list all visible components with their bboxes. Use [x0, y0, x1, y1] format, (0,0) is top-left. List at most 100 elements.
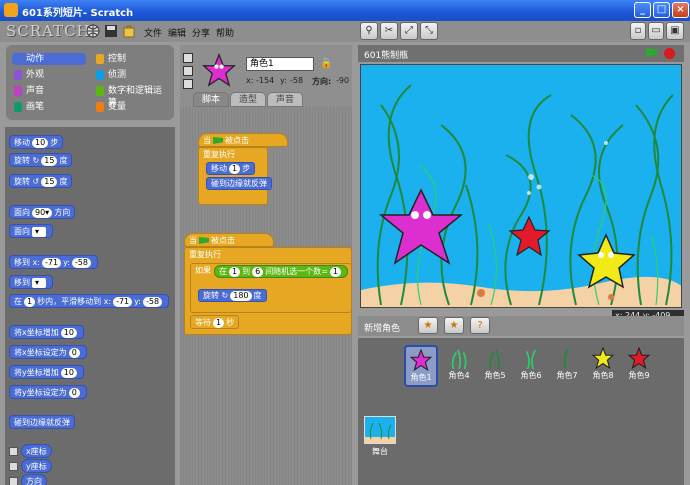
- normal-stage-button[interactable]: ▭: [648, 22, 664, 40]
- title-bar: 601系列短片- Scratch _ □ ×: [0, 0, 690, 21]
- block-move-steps[interactable]: 移动 1 步: [206, 162, 256, 175]
- sprite-direction-value: -90: [336, 76, 350, 85]
- rotation-style-none-icon[interactable]: [183, 79, 193, 89]
- sprite-thumb[interactable]: 角色9: [622, 345, 656, 387]
- stage-label: 舞台: [372, 447, 388, 456]
- small-stage-button[interactable]: ▫: [630, 22, 646, 40]
- block-point-in-direction[interactable]: 面向 90▾ 方向: [9, 205, 76, 219]
- seaweed-icon: [489, 349, 500, 369]
- block-change-x[interactable]: 将x坐标增加 10: [9, 325, 84, 339]
- menu-help[interactable]: 帮助: [216, 26, 234, 39]
- grow-tool-button[interactable]: ⤢: [400, 22, 418, 40]
- app-icon: [4, 3, 18, 17]
- block-goto[interactable]: 移到 ▾: [9, 275, 53, 289]
- ypos-checkbox[interactable]: [9, 462, 18, 471]
- xpos-checkbox[interactable]: [9, 447, 18, 456]
- close-button[interactable]: ×: [672, 2, 689, 18]
- presentation-mode-button[interactable]: ▣: [666, 22, 684, 40]
- category-control[interactable]: 控制: [94, 53, 168, 65]
- rotation-style-rotate-icon[interactable]: [183, 53, 193, 63]
- stamp-tool-button[interactable]: ⚲: [360, 22, 378, 40]
- scratch-logo: SCRATCH: [6, 22, 91, 40]
- scripts-area[interactable]: 当被点击 重复执行 移动 1 步 碰到边缘就反弹 当被点击 重复执行 如果 在1到6…: [180, 107, 352, 485]
- category-operators[interactable]: 数字和逻辑运算: [94, 85, 168, 108]
- sprite-x-value: -154: [256, 76, 275, 85]
- yellow-star-icon: [592, 347, 614, 369]
- globe-icon[interactable]: [86, 24, 100, 38]
- category-looks[interactable]: 外观: [12, 69, 86, 81]
- when-flag-clicked-hat[interactable]: 当被点击: [184, 233, 274, 247]
- sprite-thumb[interactable]: 角色4: [442, 345, 476, 387]
- block-turn-clockwise[interactable]: 旋转 ↻ 180 度: [198, 289, 267, 302]
- category-sensing[interactable]: 侦测: [94, 69, 168, 81]
- seaweed-icon: [451, 349, 467, 369]
- block-x-position[interactable]: x座标: [21, 444, 52, 458]
- sprite-thumbnail-icon: [202, 53, 236, 87]
- stage-header: 601熊制瓶: [358, 45, 684, 62]
- category-variables[interactable]: 变量: [94, 101, 168, 113]
- stage-thumbnail[interactable]: [364, 416, 396, 444]
- seaweed-icon: [525, 349, 537, 369]
- save-icon[interactable]: [104, 24, 118, 38]
- tab-costumes[interactable]: 造型: [230, 92, 266, 107]
- magenta-star-icon: [410, 349, 432, 371]
- direction-checkbox[interactable]: [9, 477, 18, 485]
- category-motion[interactable]: 动作: [12, 53, 86, 65]
- sprite-thumb[interactable]: 角色5: [478, 345, 512, 387]
- sprite-thumb[interactable]: 角色1: [404, 345, 438, 387]
- block-change-y[interactable]: 将y坐标增加 10: [9, 365, 84, 379]
- block-bounce[interactable]: 碰到边缘就反弹: [206, 177, 272, 190]
- block-bounce[interactable]: 碰到边缘就反弹: [9, 415, 75, 429]
- category-sound[interactable]: 声音: [12, 85, 86, 97]
- block-y-position[interactable]: y座标: [21, 459, 52, 473]
- menu-share[interactable]: 分享: [192, 26, 210, 39]
- wait-block[interactable]: 等待 1 秒: [190, 315, 240, 329]
- project-title: 601熊制瓶: [364, 51, 409, 61]
- sprite-name-field[interactable]: 角色1: [246, 57, 314, 71]
- when-flag-clicked-hat[interactable]: 当被点击: [198, 133, 288, 147]
- underwater-background: [361, 65, 681, 307]
- rotation-style-flip-icon[interactable]: [183, 66, 193, 76]
- green-flag-button[interactable]: [646, 48, 657, 57]
- stop-button[interactable]: [664, 48, 675, 59]
- block-palette: 移动 10 步 旋转 ↻ 15 度 旋转 ↺ 15 度 面向 90▾ 方向 面向 ▾ 移到 x: -…: [5, 127, 175, 485]
- block-point-towards[interactable]: 面向 ▾: [9, 224, 53, 238]
- block-goto-xy[interactable]: 移到 x: -71 y: -58: [9, 255, 98, 269]
- minimize-button[interactable]: _: [634, 2, 651, 18]
- share-icon[interactable]: [122, 24, 136, 38]
- tab-sounds[interactable]: 声音: [267, 92, 303, 107]
- underwater-thumbnail-icon: [365, 417, 395, 443]
- new-sprite-label: 新增角色: [364, 324, 401, 334]
- block-turn-counterclockwise[interactable]: 旋转 ↺ 15 度: [9, 174, 73, 188]
- sprite-thumb[interactable]: 角色8: [586, 345, 620, 387]
- window-title: 601系列短片- Scratch: [22, 8, 134, 19]
- seaweed-icon: [563, 348, 569, 369]
- category-panel: 动作 控制 外观 侦测 声音 数字和逻辑运算 画笔 变量: [6, 45, 174, 120]
- sprite-direction-label: 方向:: [312, 77, 332, 86]
- paint-new-sprite-button[interactable]: ★: [418, 317, 438, 334]
- menu-edit[interactable]: 编辑: [168, 26, 186, 39]
- equals-operator-block[interactable]: 在 1 到 6 间随机选一个数= 1: [214, 265, 348, 278]
- lock-icon[interactable]: 🔒: [320, 58, 332, 69]
- menu-bar: SCRATCH 文件 编辑 分享 帮助 ⚲ ✂ ⤢ ⤡ ▫ ▭ ▣: [0, 21, 690, 42]
- shrink-tool-button[interactable]: ⤡: [420, 22, 438, 40]
- sprite-thumb[interactable]: 角色7: [550, 345, 584, 387]
- block-turn-clockwise[interactable]: 旋转 ↻ 15 度: [9, 153, 73, 167]
- maximize-button[interactable]: □: [653, 2, 670, 18]
- sprite-y-value: -58: [290, 76, 304, 85]
- block-direction[interactable]: 方向: [21, 474, 47, 485]
- forever-block[interactable]: 重复执行: [198, 147, 268, 205]
- sprite-y-label: y:: [280, 76, 287, 85]
- tab-scripts[interactable]: 脚本: [193, 92, 229, 107]
- stage[interactable]: [360, 64, 682, 308]
- random-sprite-button[interactable]: ?: [470, 317, 490, 334]
- block-set-x[interactable]: 将x坐标设定为 0: [9, 345, 87, 359]
- sprite-thumb[interactable]: 角色6: [514, 345, 548, 387]
- choose-sprite-button[interactable]: ★: [444, 317, 464, 334]
- block-move-steps[interactable]: 移动 10 步: [9, 135, 64, 149]
- block-set-y[interactable]: 将y坐标设定为 0: [9, 385, 87, 399]
- category-pen[interactable]: 画笔: [12, 101, 86, 113]
- block-glide[interactable]: 在 1 秒内，平滑移动到 x: -71 y: -58: [9, 294, 170, 308]
- scissors-tool-button[interactable]: ✂: [380, 22, 398, 40]
- menu-file[interactable]: 文件: [144, 26, 162, 39]
